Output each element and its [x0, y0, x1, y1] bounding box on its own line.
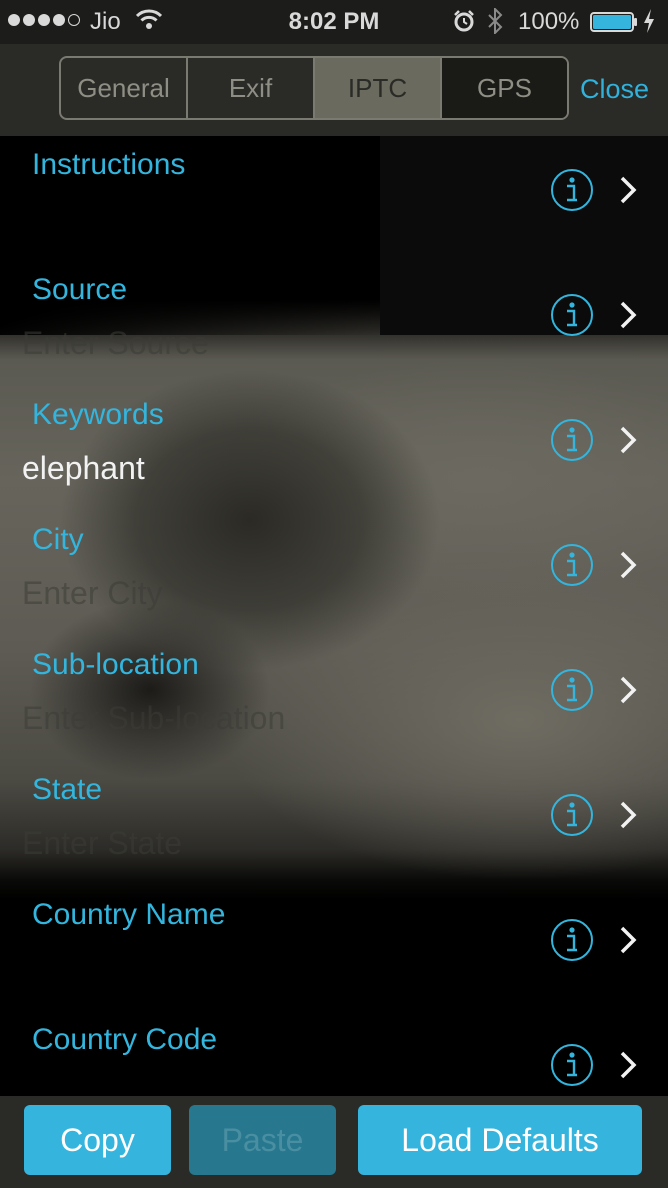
keywords-input[interactable]: elephant: [22, 450, 145, 487]
bottom-toolbar: Copy Paste Load Defaults: [0, 1096, 668, 1188]
bluetooth-icon: [488, 8, 503, 34]
iptc-field-list: Instructions Source Enter Source Keyword…: [0, 136, 668, 1096]
state-input[interactable]: Enter State: [22, 825, 182, 862]
field-row-country-name[interactable]: Country Name: [0, 886, 668, 1011]
status-bar: Jio 8:02 PM 100%: [0, 0, 668, 44]
screen: Jio 8:02 PM 100% General Exif IPTC GPS C…: [0, 0, 668, 1188]
metadata-tab-control: General Exif IPTC GPS: [59, 56, 569, 120]
info-icon[interactable]: [550, 918, 594, 962]
battery-percent: 100%: [518, 8, 580, 35]
charging-icon: [644, 9, 654, 33]
chevron-right-icon[interactable]: [618, 799, 638, 831]
info-icon[interactable]: [550, 668, 594, 712]
paste-button[interactable]: Paste: [189, 1105, 336, 1175]
close-button[interactable]: Close: [580, 74, 649, 105]
tab-exif[interactable]: Exif: [188, 58, 315, 118]
battery-icon: [590, 12, 637, 32]
info-icon[interactable]: [550, 293, 594, 337]
chevron-right-icon[interactable]: [618, 1049, 638, 1081]
chevron-right-icon[interactable]: [618, 424, 638, 456]
chevron-right-icon[interactable]: [618, 549, 638, 581]
field-label: Sub-location: [32, 648, 199, 681]
tab-general[interactable]: General: [61, 58, 188, 118]
field-row-city[interactable]: City Enter City: [0, 511, 668, 636]
field-row-state[interactable]: State Enter State: [0, 761, 668, 886]
copy-button[interactable]: Copy: [24, 1105, 171, 1175]
sub-location-input[interactable]: Enter Sub-location: [22, 700, 285, 737]
field-label: State: [32, 773, 103, 806]
field-label: City: [32, 523, 84, 556]
tab-iptc[interactable]: IPTC: [315, 58, 442, 118]
field-label: Source: [32, 273, 128, 306]
field-label: Country Name: [32, 898, 226, 931]
alarm-icon: [454, 10, 474, 32]
field-row-source[interactable]: Source Enter Source: [0, 261, 668, 386]
navigation-bar: General Exif IPTC GPS Close: [0, 44, 668, 136]
chevron-right-icon[interactable]: [618, 924, 638, 956]
info-icon[interactable]: [550, 168, 594, 212]
field-label: Instructions: [32, 148, 186, 181]
tab-gps[interactable]: GPS: [442, 58, 567, 118]
info-icon[interactable]: [550, 793, 594, 837]
chevron-right-icon[interactable]: [618, 674, 638, 706]
field-label: Keywords: [32, 398, 164, 431]
info-icon[interactable]: [550, 1043, 594, 1087]
field-label: Country Code: [32, 1023, 218, 1056]
info-icon[interactable]: [550, 543, 594, 587]
chevron-right-icon[interactable]: [618, 299, 638, 331]
load-defaults-button[interactable]: Load Defaults: [358, 1105, 642, 1175]
city-input[interactable]: Enter City: [22, 575, 162, 612]
info-icon[interactable]: [550, 418, 594, 462]
chevron-right-icon[interactable]: [618, 174, 638, 206]
field-row-instructions[interactable]: Instructions: [0, 136, 668, 261]
field-row-sub-location[interactable]: Sub-location Enter Sub-location: [0, 636, 668, 761]
source-input[interactable]: Enter Source: [22, 325, 209, 362]
field-row-keywords[interactable]: Keywords elephant: [0, 386, 668, 511]
